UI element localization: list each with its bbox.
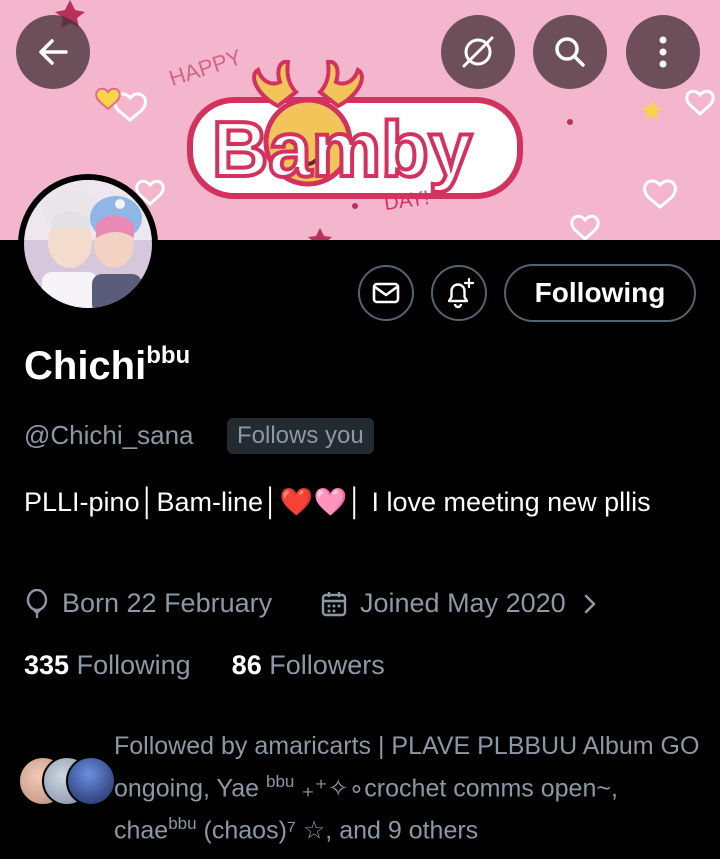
spaces-button[interactable] (441, 15, 515, 89)
following-label: Following (76, 650, 191, 680)
calendar-icon (321, 591, 347, 616)
display-name: Chichibbu (24, 342, 191, 389)
follows-you-badge: Follows you (227, 418, 374, 454)
mutual-followers-avatars[interactable] (18, 756, 116, 806)
display-name-text: Chichi (24, 344, 147, 388)
bell-plus-icon (447, 277, 475, 309)
following-count: 335 (24, 650, 70, 680)
bio: PLLI-pino│Bam-line│❤️🩷│ I love meeting n… (24, 482, 694, 523)
follow-stats: 335 Following 86 Followers (24, 650, 385, 681)
search-button[interactable] (533, 15, 607, 89)
arrow-left-icon (39, 39, 68, 65)
more-vertical-icon (659, 36, 667, 68)
display-name-superscript: bbu (146, 342, 191, 369)
balloon-icon (26, 588, 48, 618)
chevron-right-icon (584, 594, 595, 613)
more-button[interactable] (626, 15, 700, 89)
birthday-text: Born 22 February (62, 588, 273, 618)
back-button[interactable] (16, 15, 90, 89)
search-icon (555, 37, 585, 67)
joined-item[interactable]: Joined May 2020 (320, 588, 600, 619)
birthday-item: Born 22 February (24, 588, 272, 619)
mail-icon (372, 282, 400, 304)
followed-by-text[interactable]: Followed by amaricarts | PLAVE PLBBUU Al… (114, 728, 704, 849)
profile-avatar[interactable] (18, 174, 158, 314)
joined-text: Joined May 2020 (360, 588, 566, 618)
avatar-image (24, 180, 152, 308)
mutual-avatar-3 (66, 756, 116, 806)
followed-by-sup-2: bbu (168, 814, 197, 834)
followers-label: Followers (269, 650, 385, 680)
bio-part-2: │ I love meeting new pllis (347, 487, 651, 517)
followed-by-sup-1: bbu (266, 772, 295, 791)
bio-part-1: PLLI-pino│Bam-line│ (24, 487, 280, 517)
spaces-off-icon (462, 36, 494, 68)
banner-title-text: Bamby (212, 105, 472, 193)
followers-count: 86 (231, 650, 262, 680)
notifications-button[interactable] (431, 265, 487, 321)
message-button[interactable] (358, 265, 414, 321)
followed-by-suffix: (chaos)⁷ ☆, and 9 others (196, 816, 479, 845)
username: @Chichi_sana (24, 420, 194, 450)
following-stat[interactable]: 335 Following (24, 650, 191, 680)
following-button[interactable]: Following (504, 264, 696, 322)
followers-stat[interactable]: 86 Followers (232, 650, 385, 680)
bio-hearts: ❤️🩷 (279, 487, 348, 517)
